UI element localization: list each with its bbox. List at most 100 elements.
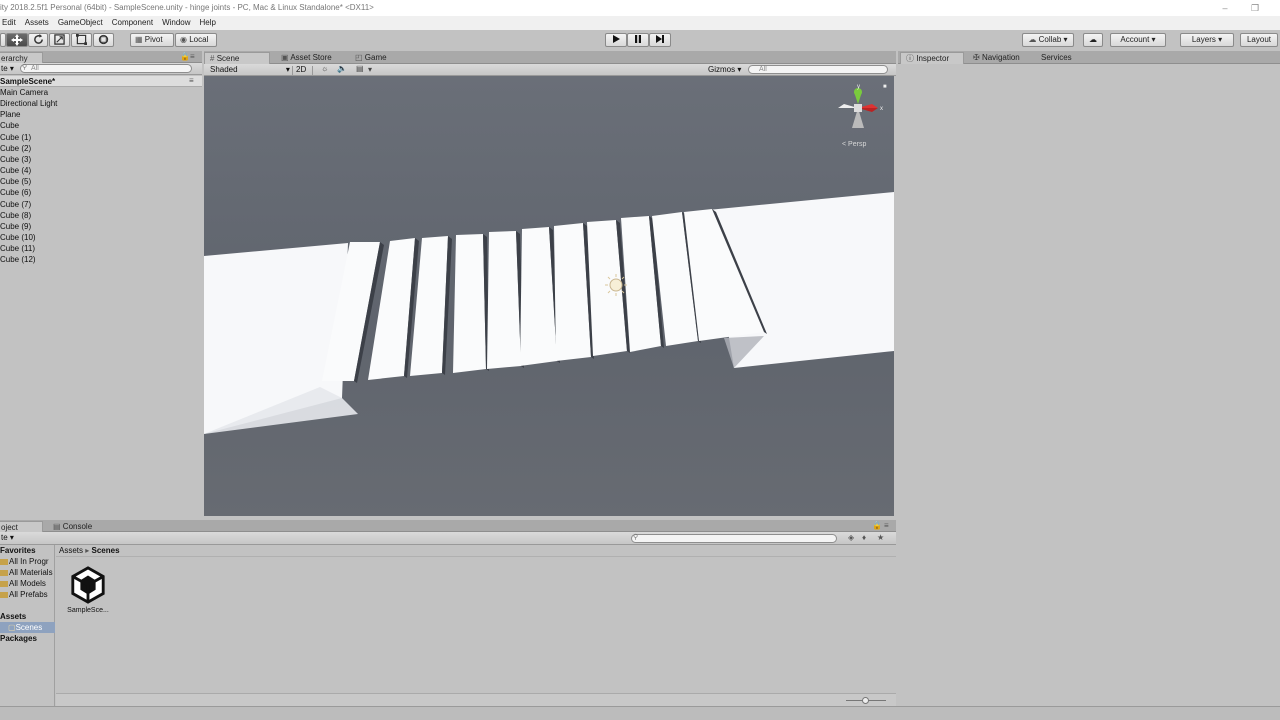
hierarchy-item[interactable]: Cube (3) bbox=[0, 154, 31, 165]
favorite-item[interactable]: All In Progr bbox=[0, 556, 55, 567]
tab-services[interactable]: Services bbox=[1036, 52, 1077, 64]
tab-navigation[interactable]: ✠ Navigation bbox=[968, 52, 1025, 64]
scene-render bbox=[204, 192, 894, 434]
inspector-tabstrip: ⓘ Inspector ✠ Navigation Services bbox=[898, 51, 1280, 64]
pause-button[interactable] bbox=[627, 33, 649, 47]
toggle-2d-button[interactable]: 2D bbox=[296, 65, 306, 74]
audio-icon[interactable]: 🔈 bbox=[337, 64, 347, 73]
svg-text:x: x bbox=[880, 106, 883, 112]
favorite-item[interactable]: All Models bbox=[0, 578, 55, 589]
project-menu-icon[interactable]: ≡ bbox=[884, 521, 889, 530]
transform-tool-button[interactable] bbox=[93, 33, 114, 47]
shading-dropdown[interactable]: Shaded ▾ bbox=[210, 65, 290, 74]
hierarchy-item[interactable]: Cube (1) bbox=[0, 132, 31, 143]
rect-tool-button[interactable] bbox=[71, 33, 92, 47]
scene-menu-icon[interactable]: ≡ bbox=[189, 76, 194, 85]
create-dropdown[interactable]: te ▾ bbox=[1, 64, 14, 73]
filter-label-icon[interactable]: ♦ bbox=[862, 533, 866, 542]
gizmos-dropdown[interactable]: Gizmos ▾ bbox=[708, 65, 741, 74]
local-icon: ◉ bbox=[180, 35, 187, 44]
packages-header[interactable]: Packages bbox=[0, 633, 37, 644]
minimize-icon[interactable]: – bbox=[1218, 0, 1232, 16]
tab-game-label: Game bbox=[364, 53, 387, 62]
tab-project-label: oject bbox=[1, 523, 18, 532]
layout-dropdown[interactable]: Layout bbox=[1240, 33, 1278, 47]
rotate-tool-button[interactable] bbox=[28, 33, 48, 47]
menu-help[interactable]: Help bbox=[200, 18, 216, 27]
panel-menu-icon[interactable]: ≡ bbox=[190, 52, 195, 61]
navigation-icon: ✠ bbox=[973, 53, 980, 62]
projection-label[interactable]: < Persp bbox=[842, 141, 866, 148]
scene-viewport[interactable]: y x ■ < Persp bbox=[204, 76, 894, 516]
breadcrumb-scenes[interactable]: Scenes bbox=[92, 546, 120, 555]
hierarchy-item[interactable]: Cube (12) bbox=[0, 254, 36, 265]
step-icon bbox=[656, 35, 664, 43]
menu-bar: Edit Assets GameObject Component Window Help bbox=[0, 16, 1280, 30]
project-search-input[interactable] bbox=[631, 534, 837, 543]
cloud-icon: ☁ bbox=[1089, 35, 1097, 44]
hierarchy-item[interactable]: Cube (2) bbox=[0, 143, 31, 154]
menu-edit[interactable]: Edit bbox=[2, 18, 16, 27]
layers-dropdown[interactable]: Layers ▾ bbox=[1180, 33, 1234, 47]
lighting-icon[interactable]: ☼ bbox=[321, 64, 328, 73]
cloud-button[interactable]: ☁ bbox=[1083, 33, 1103, 47]
hierarchy-item[interactable]: Cube (9) bbox=[0, 221, 31, 232]
play-button[interactable] bbox=[605, 33, 627, 47]
inspector-panel: ⓘ Inspector ✠ Navigation Services bbox=[898, 51, 1280, 706]
move-tool-button[interactable] bbox=[6, 33, 28, 47]
hierarchy-item[interactable]: Cube (10) bbox=[0, 232, 36, 243]
pivot-toggle[interactable]: ▦ Pivot bbox=[130, 33, 174, 47]
info-icon: ⓘ bbox=[906, 54, 914, 63]
folder-scenes[interactable]: ▢Scenes bbox=[0, 622, 55, 633]
gizmo-lock-icon[interactable]: ■ bbox=[883, 84, 887, 90]
tab-scene[interactable]: # Scene bbox=[204, 52, 270, 64]
hierarchy-item[interactable]: Cube bbox=[0, 120, 19, 131]
favorite-item[interactable]: All Materials bbox=[0, 567, 55, 578]
lock-icon[interactable]: 🔒 bbox=[180, 52, 190, 61]
account-dropdown[interactable]: Account ▾ bbox=[1110, 33, 1166, 47]
hierarchy-item[interactable]: Cube (11) bbox=[0, 243, 35, 254]
breadcrumb-assets[interactable]: Assets bbox=[59, 546, 83, 555]
menu-gameobject[interactable]: GameObject bbox=[58, 18, 103, 27]
hierarchy-item[interactable]: Cube (8) bbox=[0, 210, 31, 221]
menu-component[interactable]: Component bbox=[112, 18, 153, 27]
tab-inspector[interactable]: ⓘ Inspector bbox=[900, 52, 964, 64]
step-button[interactable] bbox=[649, 33, 671, 47]
hierarchy-item[interactable]: Cube (7) bbox=[0, 199, 31, 210]
menu-window[interactable]: Window bbox=[162, 18, 190, 27]
asset-file[interactable]: SampleSce... bbox=[62, 566, 114, 620]
effects-dropdown-icon[interactable]: ▾ bbox=[368, 65, 372, 74]
menu-assets[interactable]: Assets bbox=[25, 18, 49, 27]
tab-asset-store[interactable]: ▣ Asset Store bbox=[276, 52, 337, 64]
hierarchy-search-input[interactable]: All bbox=[20, 64, 192, 73]
collab-dropdown[interactable]: ☁ Collab ▾ bbox=[1022, 33, 1074, 47]
scene-toolbar: Shaded ▾ 2D ☼ 🔈 ▤ ▾ Gizmos ▾ All bbox=[204, 64, 896, 76]
tab-game[interactable]: ◰ Game bbox=[350, 52, 392, 64]
hierarchy-item[interactable]: Cube (4) bbox=[0, 165, 31, 176]
project-create-dropdown[interactable]: te ▾ bbox=[1, 533, 14, 542]
scene-search-input[interactable]: All bbox=[748, 65, 888, 74]
pause-icon bbox=[635, 35, 641, 43]
orientation-gizmo[interactable]: y x ■ bbox=[834, 82, 890, 134]
project-lock-icon[interactable]: 🔒 bbox=[872, 521, 882, 530]
assets-header[interactable]: Assets bbox=[0, 611, 26, 622]
effects-icon[interactable]: ▤ bbox=[356, 64, 364, 73]
hierarchy-item[interactable]: Cube (6) bbox=[0, 187, 31, 198]
local-toggle[interactable]: ◉ Local bbox=[175, 33, 217, 47]
scale-tool-button[interactable] bbox=[49, 33, 70, 47]
restore-icon[interactable]: ❐ bbox=[1248, 0, 1262, 16]
hierarchy-item[interactable]: Cube (5) bbox=[0, 176, 31, 187]
directional-light-icon[interactable] bbox=[609, 278, 623, 292]
favorite-star-icon[interactable]: ★ bbox=[877, 533, 884, 542]
scene-header-row[interactable]: SampleScene* ≡ bbox=[0, 76, 202, 87]
scene-tabstrip: # Scene ▣ Asset Store ◰ Game bbox=[204, 51, 896, 64]
filter-type-icon[interactable]: ◈ bbox=[848, 533, 854, 542]
icon-size-slider-thumb[interactable] bbox=[862, 697, 869, 704]
hierarchy-item[interactable]: Main Camera bbox=[0, 87, 48, 98]
window-title: ity 2018.2.5f1 Personal (64bit) - Sample… bbox=[0, 3, 374, 12]
hierarchy-item[interactable]: Plane bbox=[0, 109, 20, 120]
favorite-item[interactable]: All Prefabs bbox=[0, 589, 55, 600]
hierarchy-item[interactable]: Directional Light bbox=[0, 98, 57, 109]
scene-name: SampleScene* bbox=[0, 77, 56, 86]
console-icon: ▤ bbox=[53, 522, 61, 531]
